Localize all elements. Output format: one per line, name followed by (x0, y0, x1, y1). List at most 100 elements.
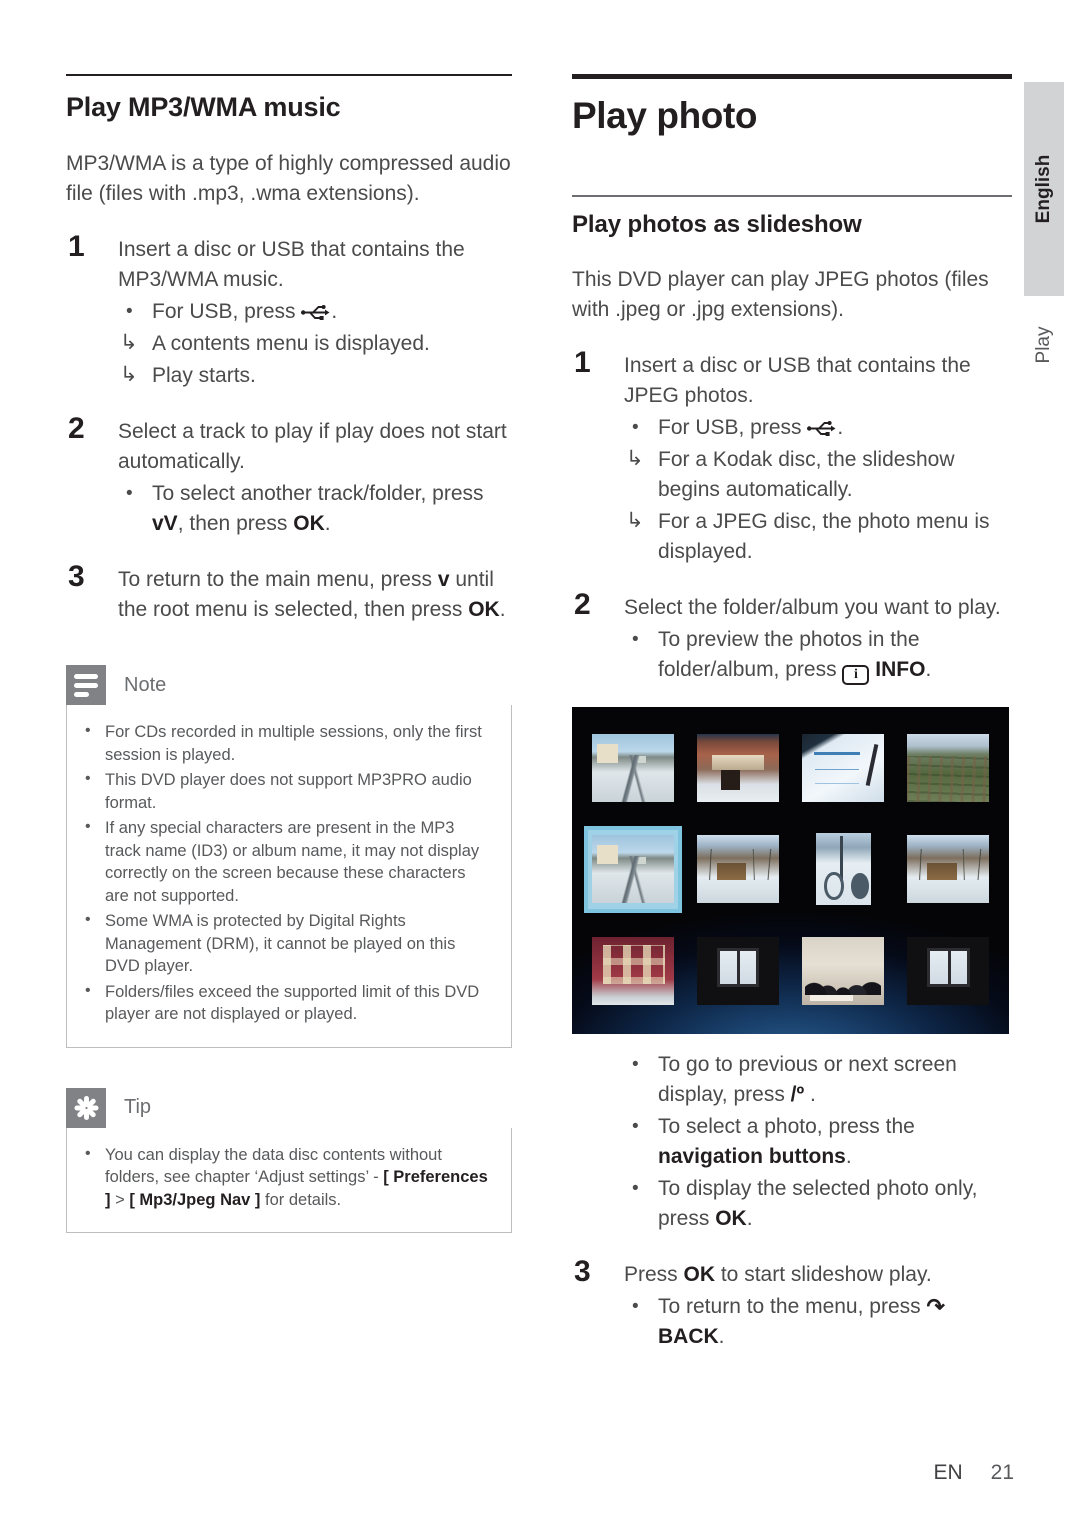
sub-text-post: . (804, 1082, 816, 1106)
thumbnail-people-at-table[interactable] (802, 936, 885, 1005)
sub-text-post: . (746, 1206, 753, 1230)
thumbnail-cell[interactable] (896, 819, 1001, 920)
thumbnail-cell[interactable] (685, 718, 790, 819)
sub-item-prev-next-screen: To go to previous or next screen display… (618, 1050, 1012, 1110)
thumbnail-snow-cabin-trees[interactable] (696, 835, 779, 904)
left-top-rule (66, 74, 512, 76)
step-text-post: . (499, 598, 506, 621)
photo-thumbnail-browser-screenshot (572, 706, 1009, 1034)
thumbnail-cell[interactable] (791, 920, 896, 1021)
note-list: For CDs recorded in multiple sessions, o… (77, 720, 493, 1026)
tip-box: You can display the data disc contents w… (66, 1127, 512, 1233)
footer-page-number: 21 (990, 1461, 1014, 1484)
thumbnail-cell[interactable] (791, 819, 896, 920)
thumbnail-documents-and-pen[interactable] (802, 734, 885, 803)
note-item: For CDs recorded in multiple sessions, o… (77, 720, 493, 766)
thumbnail-cell[interactable] (791, 718, 896, 819)
usb-icon (807, 415, 837, 436)
manual-page: Play MP3/WMA music MP3/WMA is a type of … (0, 0, 1080, 1527)
thumbnail-snowy-street-selected[interactable] (591, 835, 674, 904)
step-3-right-sublist: To return to the menu, press ↷ BACK. (618, 1292, 1012, 1352)
tip-tab: Tip (66, 1087, 512, 1128)
back-button-label: BACK (658, 1324, 719, 1348)
note-item: If any special characters are present in… (77, 816, 493, 907)
step-text: Press OK to start slideshow play. (624, 1260, 1012, 1290)
thumbnail-grid (578, 712, 1003, 1028)
note-callout: Note For CDs recorded in multiple sessio… (66, 665, 512, 1048)
menu-mp3-jpeg-nav: [ Mp3/Jpeg Nav ] (129, 1190, 261, 1209)
thumbnail-cell[interactable] (580, 920, 685, 1021)
tip-item: You can display the data disc contents w… (77, 1143, 493, 1212)
tip-list: You can display the data disc contents w… (77, 1143, 493, 1212)
thumbnail-cell[interactable] (580, 718, 685, 819)
left-section-heading: Play MP3/WMA music (66, 92, 341, 122)
sub-text-post: . (324, 512, 331, 535)
sub-item-select-track: To select another track/folder, press vV… (112, 479, 512, 539)
step-2-left-sublist: To select another track/folder, press vV… (112, 479, 512, 539)
right-sub-rule (572, 195, 1012, 197)
thumbnail-cell-selected[interactable] (580, 819, 685, 920)
left-intro-paragraph: MP3/WMA is a type of highly compressed a… (66, 152, 511, 205)
ok-button-label: OK (683, 1262, 716, 1286)
sub-text-pre: For USB, press (152, 300, 302, 323)
sub-item-preview-photos: To preview the photos in the folder/albu… (618, 625, 1012, 685)
sub-item-usb: For USB, press . (618, 413, 1012, 443)
back-icon: ↷ (926, 1293, 945, 1319)
note-item: Some WMA is protected by Digital Rights … (77, 909, 493, 978)
sub-text-pre: To return to the menu, press (658, 1294, 927, 1318)
note-icon-bars (74, 673, 98, 697)
note-item: This DVD player does not support MP3PRO … (77, 768, 493, 814)
thumbnail-cell[interactable] (685, 920, 790, 1021)
sub-text-pre: To select another track/folder, press (152, 482, 484, 505)
step-2-left: 2 Select a track to play if play does no… (66, 412, 512, 539)
usb-icon (301, 299, 331, 320)
footer-language-code: EN (933, 1461, 963, 1484)
tip-icon-sparkle (73, 1095, 99, 1121)
navigation-glyph-down: v (437, 568, 450, 591)
side-tab-chapter: Play (1024, 300, 1064, 390)
info-icon: i (842, 664, 870, 685)
thumbnail-aerial-town-view[interactable] (907, 734, 990, 803)
sub-text-post: . (837, 415, 844, 439)
page-footer: EN 21 (0, 1461, 1014, 1485)
step-number: 1 (574, 345, 591, 379)
thumbnail-snowy-street[interactable] (591, 734, 674, 803)
thumbnail-dark-room-window-2[interactable] (907, 936, 990, 1005)
side-tab-language: English (1024, 82, 1064, 296)
side-tab-chapter-label: Play (1033, 326, 1054, 364)
step-text-post: to start slideshow play. (715, 1262, 932, 1286)
sub-item-play-starts: Play starts. (112, 360, 512, 391)
ok-button-label: OK (715, 1206, 747, 1230)
right-top-rule (572, 74, 1012, 79)
step-3-left: 3 To return to the main menu, press v un… (66, 560, 512, 625)
step-1-right-sublist: For USB, press . For a Kodak disc, the s… (618, 413, 1012, 567)
right-intro-paragraph: This DVD player can play JPEG photos (fi… (572, 267, 989, 321)
right-subheading: Play photos as slideshow (572, 210, 862, 238)
sub-text-post: . (331, 300, 338, 323)
thumbnail-cell[interactable] (896, 718, 1001, 819)
thumbnail-dark-room-window[interactable] (696, 936, 779, 1005)
step-text: Insert a disc or USB that contains the M… (118, 238, 465, 291)
sub-text-pre: To select a photo, press the (658, 1114, 915, 1138)
right-section-heading: Play photo (572, 95, 758, 136)
thumbnail-bicycle-in-snow[interactable] (815, 833, 871, 906)
thumbnail-snow-covered-building[interactable] (696, 734, 779, 803)
thumbnail-snow-cabin-trees-2[interactable] (907, 835, 990, 904)
sub-text-post: . (718, 1324, 725, 1348)
tip-icon (66, 1087, 106, 1128)
note-label: Note (124, 673, 167, 696)
step-2-right: 2 Select the folder/album you want to pl… (572, 588, 1012, 685)
step-2-right-sublist: To preview the photos in the folder/albu… (618, 625, 1012, 685)
thumbnail-cell[interactable] (685, 819, 790, 920)
sub-text-post: . (925, 657, 932, 681)
left-column: Play MP3/WMA music MP3/WMA is a type of … (66, 74, 512, 1233)
note-tab: Note (66, 665, 512, 705)
sub-item-usb: For USB, press . (112, 297, 512, 327)
prev-next-glyph: /º (790, 1082, 805, 1106)
thumbnail-cell[interactable] (896, 920, 1001, 1021)
sub-item-display-photo: To display the selected photo only, pres… (618, 1174, 1012, 1234)
sub-item-return-to-menu: To return to the menu, press ↷ BACK. (618, 1292, 1012, 1352)
thumbnail-red-brick-building[interactable] (591, 936, 674, 1005)
side-tab-language-label: English (1033, 154, 1054, 224)
step-number: 2 (574, 587, 591, 621)
